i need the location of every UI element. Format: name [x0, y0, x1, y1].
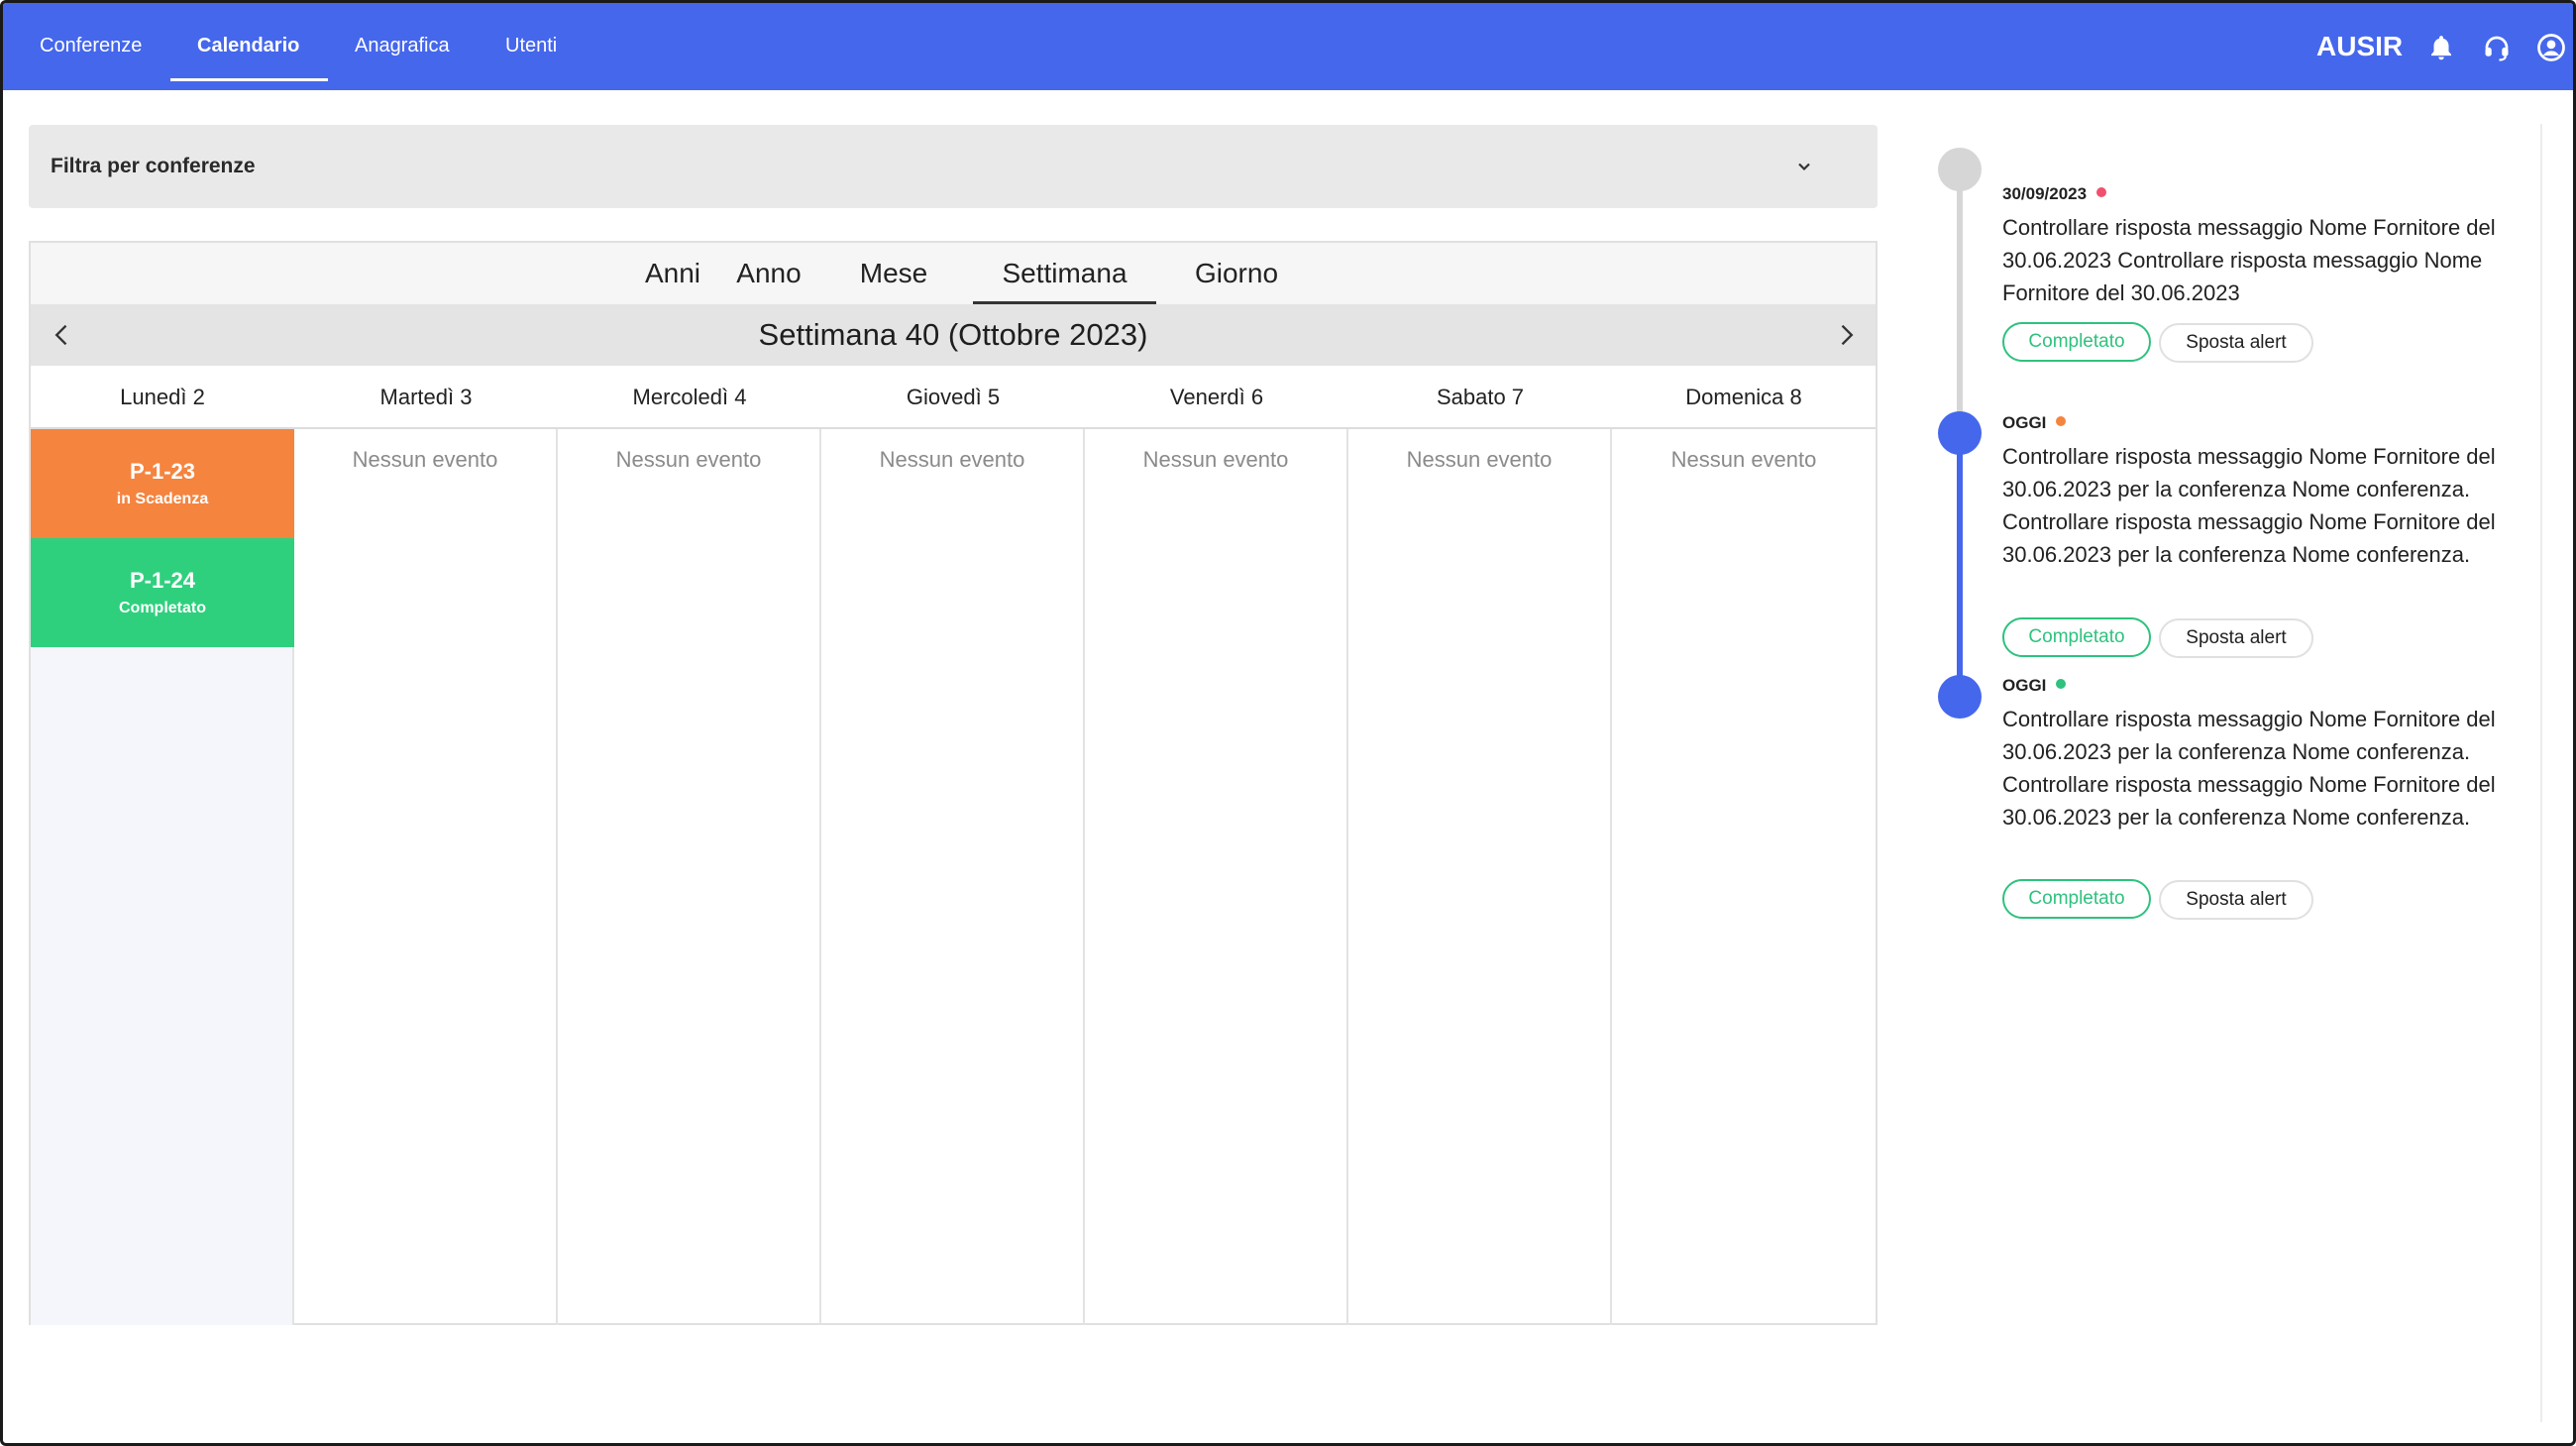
tab-giorno[interactable]: Giorno	[1182, 243, 1291, 304]
no-event-label: Nessun evento	[615, 447, 762, 472]
day-header-thursday: Giovedì 5	[906, 385, 1001, 409]
no-event-label: Nessun evento	[1670, 447, 1817, 472]
event-code: P-1-24	[129, 568, 196, 593]
completato-button[interactable]: Completato	[2002, 322, 2151, 362]
day-header-sunday: Domenica 8	[1685, 385, 1802, 409]
day-header-saturday: Sabato 7	[1436, 385, 1525, 409]
event-status: in Scadenza	[116, 491, 209, 507]
alert-status-dot	[2096, 187, 2107, 197]
day-header-friday: Venerdì 6	[1169, 385, 1264, 409]
alert-date: OGGI	[2002, 676, 2067, 696]
view-switcher: Anni Anno Mese Settimana Giorno	[31, 243, 1876, 304]
completato-button[interactable]: Completato	[2002, 617, 2151, 657]
event-code: P-1-23	[129, 459, 196, 484]
tab-mese[interactable]: Mese	[851, 243, 936, 304]
panel-divider	[2540, 124, 2542, 1422]
nav-calendario[interactable]: Calendario	[197, 3, 299, 90]
week-grid: P-1-23 in Scadenza P-1-24 Completato Nes…	[31, 429, 1876, 1325]
tab-anni[interactable]: Anni	[636, 243, 709, 304]
top-navbar: Conferenze Calendario Anagrafica Utenti …	[3, 3, 2573, 90]
alert-text: Controllare risposta messaggio Nome Forn…	[2002, 215, 2496, 305]
day-column-friday[interactable]: Nessun evento	[1085, 429, 1348, 1325]
timeline-node	[1938, 148, 1982, 191]
headset-icon[interactable]	[2482, 33, 2512, 62]
week-title: Settimana 40 (Ottobre 2023)	[758, 317, 1148, 352]
bell-icon[interactable]	[2426, 33, 2456, 62]
filter-label: Filtra per conferenze	[51, 155, 256, 177]
sposta-alert-button[interactable]: Sposta alert	[2159, 880, 2313, 920]
event-card-p-1-24[interactable]: P-1-24 Completato	[31, 538, 294, 647]
event-card-p-1-23[interactable]: P-1-23 in Scadenza	[31, 429, 294, 538]
day-column-monday[interactable]: P-1-23 in Scadenza P-1-24 Completato	[31, 429, 294, 1325]
alert-status-dot	[2056, 679, 2067, 689]
sposta-alert-button[interactable]: Sposta alert	[2159, 618, 2313, 658]
tab-settimana[interactable]: Settimana	[973, 243, 1156, 304]
user-icon[interactable]	[2536, 33, 2566, 62]
alert-date-text: OGGI	[2002, 413, 2047, 432]
chevron-right-icon[interactable]	[1832, 321, 1860, 349]
day-column-sunday[interactable]: Nessun evento	[1612, 429, 1876, 1325]
week-navigation: Settimana 40 (Ottobre 2023)	[31, 304, 1876, 366]
day-column-saturday[interactable]: Nessun evento	[1348, 429, 1612, 1325]
day-column-wednesday[interactable]: Nessun evento	[558, 429, 821, 1325]
nav-anagrafica[interactable]: Anagrafica	[355, 3, 450, 90]
nav-utenti[interactable]: Utenti	[505, 3, 557, 90]
nav-conferenze[interactable]: Conferenze	[40, 3, 142, 90]
alert-date: 30/09/2023	[2002, 184, 2107, 204]
event-status: Completato	[119, 600, 206, 616]
timeline-node	[1938, 675, 1982, 719]
day-header-wednesday: Mercoledì 4	[632, 385, 747, 409]
chevron-left-icon[interactable]	[49, 321, 76, 349]
alert-status-dot	[2056, 416, 2067, 426]
no-event-label: Nessun evento	[879, 447, 1025, 472]
completato-button[interactable]: Completato	[2002, 879, 2151, 919]
alert-date: OGGI	[2002, 413, 2067, 433]
no-event-label: Nessun evento	[1406, 447, 1553, 472]
tab-anno[interactable]: Anno	[728, 243, 809, 304]
sposta-alert-button[interactable]: Sposta alert	[2159, 323, 2313, 363]
day-column-thursday[interactable]: Nessun evento	[821, 429, 1085, 1325]
conference-filter-dropdown[interactable]: Filtra per conferenze	[29, 125, 1878, 208]
app-window: Conferenze Calendario Anagrafica Utenti …	[0, 0, 2576, 1446]
timeline-line-current	[1957, 433, 1963, 697]
day-header-tuesday: Martedì 3	[379, 385, 473, 409]
alert-date-text: 30/09/2023	[2002, 184, 2088, 203]
alert-text: Controllare risposta messaggio Nome Forn…	[2002, 707, 2496, 830]
no-event-label: Nessun evento	[1142, 447, 1289, 472]
no-event-label: Nessun evento	[352, 447, 498, 472]
alert-text: Controllare risposta messaggio Nome Forn…	[2002, 444, 2496, 567]
timeline-line-past	[1957, 169, 1963, 433]
alert-date-text: OGGI	[2002, 676, 2047, 695]
chevron-down-icon	[1798, 163, 1810, 171]
timeline-node	[1938, 411, 1982, 455]
day-header-row: Lunedì 2 Martedì 3 Mercoledì 4 Giovedì 5…	[31, 366, 1876, 429]
brand-logo: AUSIR	[2316, 31, 2404, 61]
day-header-monday: Lunedì 2	[120, 385, 205, 409]
nav-active-indicator	[170, 78, 328, 81]
week-calendar: Anni Anno Mese Settimana Giorno Settiman…	[29, 241, 1878, 1325]
day-column-tuesday[interactable]: Nessun evento	[294, 429, 558, 1325]
